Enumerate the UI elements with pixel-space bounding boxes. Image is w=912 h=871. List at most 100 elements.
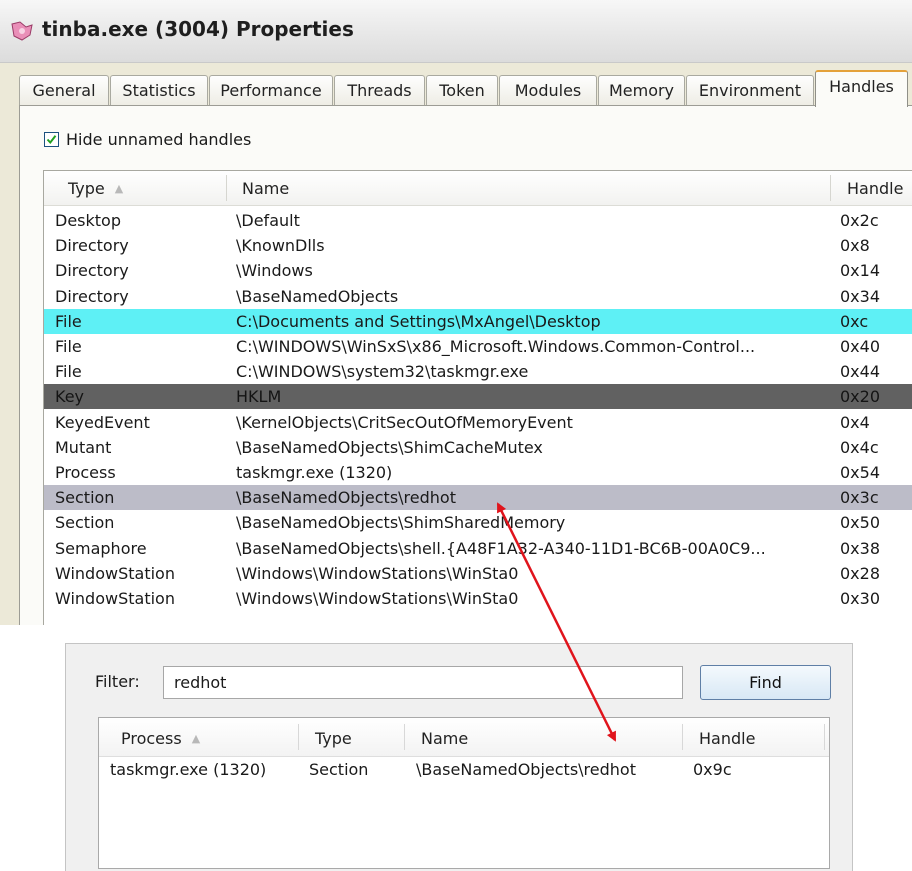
column-header-name[interactable]: Name	[242, 179, 289, 198]
handle-name: \BaseNamedObjects\ShimSharedMemory	[236, 513, 566, 533]
result-row[interactable]: taskmgr.exe (1320) Section \BaseNamedObj…	[99, 760, 829, 784]
handle-row[interactable]: Directory \Windows 0x14	[44, 258, 912, 283]
hide-unnamed-checkbox[interactable]	[44, 132, 59, 147]
handles-list[interactable]: Type ▲ Name Handle Desktop \Default 0x2c Dir…	[43, 170, 912, 625]
find-results-list[interactable]: Process ▲ Type Name Handle taskmgr.exe (1…	[98, 717, 830, 869]
handle-name: \BaseNamedObjects\ShimCacheMutex	[236, 437, 543, 457]
handle-type: Key	[55, 387, 85, 407]
column-header-process[interactable]: Process ▲	[121, 729, 200, 748]
handle-value: 0x20	[840, 387, 881, 407]
handle-value: 0x2c	[840, 211, 879, 230]
sort-ascending-icon: ▲	[191, 732, 201, 745]
handle-name: \BaseNamedObjects\shell.{A48F1A32-A340-1…	[236, 538, 766, 558]
handle-value: 0x3c	[840, 488, 879, 508]
handle-row[interactable]: Mutant \BaseNamedObjects\ShimCacheMutex 0x…	[44, 435, 912, 460]
handle-type: File	[55, 311, 82, 331]
handle-value: 0x4c	[840, 437, 879, 457]
handle-row[interactable]: Directory \KnownDlls 0x8	[44, 233, 912, 258]
column-divider[interactable]	[824, 724, 825, 750]
handle-value: 0xc	[840, 311, 869, 331]
handle-row[interactable]: Key HKLM 0x20	[44, 384, 912, 410]
sort-ascending-icon: ▲	[114, 182, 124, 195]
properties-window: tinba.exe (3004) Properties General Stat…	[0, 0, 912, 625]
result-process: taskmgr.exe (1320)	[110, 760, 267, 779]
column-divider[interactable]	[226, 175, 227, 201]
find-button[interactable]: Find	[700, 665, 831, 700]
tab-strip: General Statistics Performance Threads T…	[19, 70, 912, 107]
handle-value: 0x50	[840, 513, 881, 533]
handle-value: 0x14	[840, 261, 881, 281]
handle-row[interactable]: KeyedEvent \KernelObjects\CritSecOutOfMem…	[44, 410, 912, 435]
process-app-icon	[11, 21, 33, 41]
find-handles-window: Filter: Find Process ▲ Type Name Handle t…	[65, 643, 853, 871]
handle-name: C:\Documents and Settings\MxAngel\Deskto…	[236, 311, 601, 331]
handle-type: Section	[55, 513, 115, 533]
tab-statistics[interactable]: Statistics	[110, 75, 208, 105]
handle-type: Directory	[55, 261, 129, 281]
result-name: \BaseNamedObjects\redhot	[416, 760, 636, 779]
tab-environment[interactable]: Environment	[686, 75, 814, 105]
handle-name: \KernelObjects\CritSecOutOfMemoryEvent	[236, 412, 573, 432]
handle-value: 0x30	[840, 589, 881, 608]
window-title: tinba.exe (3004) Properties	[42, 17, 354, 41]
handle-row[interactable]: File C:\WINDOWS\system32\taskmgr.exe 0x44	[44, 359, 912, 384]
handle-type: Desktop	[55, 211, 121, 230]
handle-row[interactable]: Directory \BaseNamedObjects 0x34	[44, 284, 912, 309]
handle-row[interactable]: File C:\WINDOWS\WinSxS\x86_Microsoft.Wind…	[44, 334, 912, 359]
handle-name: \Windows\WindowStations\WinSta0	[236, 589, 519, 608]
handle-value: 0x28	[840, 563, 881, 583]
column-header-handle[interactable]: Handle	[699, 729, 755, 748]
column-divider[interactable]	[682, 724, 683, 750]
column-divider[interactable]	[298, 724, 299, 750]
handle-value: 0x40	[840, 337, 881, 356]
handle-type: Directory	[55, 236, 129, 256]
column-header-type[interactable]: Type ▲	[68, 179, 123, 198]
handle-row[interactable]: Desktop \Default 0x2c	[44, 208, 912, 233]
handle-type: WindowStation	[55, 589, 175, 608]
title-bar: tinba.exe (3004) Properties	[0, 0, 912, 63]
tab-performance[interactable]: Performance	[209, 75, 333, 105]
handle-type: Process	[55, 463, 116, 482]
handle-name: \Windows\WindowStations\WinSta0	[236, 563, 519, 583]
tab-modules[interactable]: Modules	[499, 75, 597, 105]
handle-name: C:\WINDOWS\system32\taskmgr.exe	[236, 362, 529, 382]
handle-row[interactable]: Process taskmgr.exe (1320) 0x54	[44, 460, 912, 485]
handle-name: \KnownDlls	[236, 236, 325, 256]
handle-name: \BaseNamedObjects	[236, 286, 399, 306]
handle-name: \Default	[236, 211, 300, 230]
handle-type: Semaphore	[55, 538, 147, 558]
handle-name: \Windows	[236, 261, 313, 281]
handle-type: KeyedEvent	[55, 412, 150, 432]
filter-label: Filter:	[95, 672, 140, 691]
column-divider[interactable]	[404, 724, 405, 750]
handle-name: \BaseNamedObjects\redhot	[236, 488, 456, 508]
handle-type: Section	[55, 488, 115, 508]
column-header-type[interactable]: Type	[315, 729, 352, 748]
handles-list-header: Type ▲ Name Handle	[44, 171, 912, 206]
handle-row[interactable]: Section \BaseNamedObjects\ShimSharedMemor…	[44, 510, 912, 535]
handle-type: File	[55, 362, 82, 382]
filter-input[interactable]	[163, 666, 683, 699]
result-handle: 0x9c	[693, 760, 732, 779]
handle-value: 0x8	[840, 236, 870, 256]
handle-row[interactable]: WindowStation \Windows\WindowStations\Win…	[44, 586, 912, 611]
column-divider[interactable]	[830, 175, 831, 201]
handle-value: 0x54	[840, 463, 881, 482]
tab-general[interactable]: General	[19, 75, 109, 105]
handle-name: taskmgr.exe (1320)	[236, 463, 393, 482]
tab-token[interactable]: Token	[426, 75, 498, 105]
handle-type: Directory	[55, 286, 129, 306]
handle-row[interactable]: WindowStation \Windows\WindowStations\Win…	[44, 561, 912, 586]
column-header-type-label: Type	[68, 179, 105, 198]
tab-memory[interactable]: Memory	[598, 75, 685, 105]
tab-threads[interactable]: Threads	[334, 75, 425, 105]
handle-value: 0x34	[840, 286, 881, 306]
handle-row[interactable]: Semaphore \BaseNamedObjects\shell.{A48F1A…	[44, 536, 912, 561]
tab-handles[interactable]: Handles	[815, 70, 908, 107]
checkmark-icon	[46, 135, 57, 145]
handle-row[interactable]: File C:\Documents and Settings\MxAngel\De…	[44, 308, 912, 334]
column-header-name[interactable]: Name	[421, 729, 468, 748]
handle-row[interactable]: Section \BaseNamedObjects\redhot 0x3c	[44, 485, 912, 511]
column-header-handle[interactable]: Handle	[847, 179, 903, 198]
handle-name: C:\WINDOWS\WinSxS\x86_Microsoft.Windows.…	[236, 337, 756, 356]
